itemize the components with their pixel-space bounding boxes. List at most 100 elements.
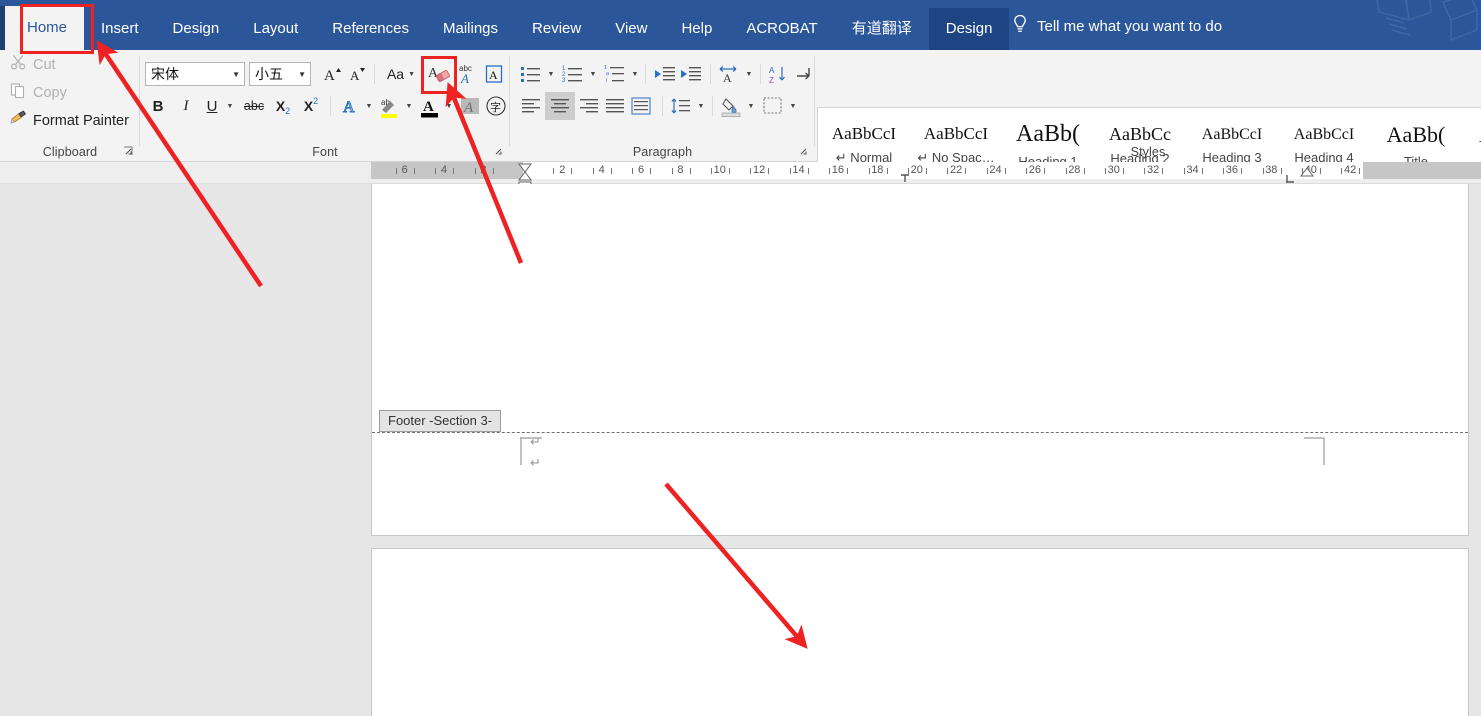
svg-text:A: A: [489, 68, 498, 82]
ribbon-group-clipboard: Cut Copy Format Painter Clipboard: [0, 50, 140, 162]
ruler-tick-label: 36: [1225, 164, 1239, 176]
ruler-pip: [1341, 168, 1343, 174]
document-canvas[interactable]: Footer -Section 3- ↵ ↵ ↵: [0, 184, 1481, 716]
font-dialog-launcher-icon[interactable]: [493, 146, 504, 157]
multilevel-list-dropdown[interactable]: ▼: [628, 62, 642, 86]
ribbon-tab-label: ACROBAT: [746, 20, 818, 37]
document-page-2[interactable]: ↵ ↵ Header -Section 4- Same as Previous: [371, 548, 1469, 716]
sort-button[interactable]: AZ: [765, 62, 791, 86]
ruler-pip: [689, 168, 691, 174]
decrease-indent-button[interactable]: [652, 62, 678, 86]
svg-text:Z: Z: [769, 76, 774, 84]
borders-dropdown[interactable]: ▼: [786, 94, 800, 118]
ribbon-tab-design[interactable]: Design: [928, 8, 1010, 50]
ribbon-tab-mailings[interactable]: Mailings: [426, 8, 515, 50]
ruler-tick-label: 30: [1107, 164, 1120, 176]
style-preview: AaBb(: [1386, 121, 1446, 147]
style-preview: AaBbCcI: [923, 124, 989, 143]
document-page-1[interactable]: Footer -Section 3- ↵ ↵: [371, 184, 1469, 536]
ribbon-tab-view[interactable]: View: [598, 8, 664, 50]
increase-indent-button[interactable]: [678, 62, 704, 86]
east-asian-layout-dropdown[interactable]: ▼: [742, 62, 756, 86]
ruler-pip: [474, 168, 476, 174]
subscript-button[interactable]: X2: [270, 94, 296, 118]
grow-font-button[interactable]: A: [320, 62, 344, 86]
ruler-tick-label: 4: [598, 164, 605, 176]
bullets-dropdown[interactable]: ▼: [544, 62, 558, 86]
paragraph-dialog-launcher-icon[interactable]: [798, 146, 809, 157]
justify-button[interactable]: [602, 94, 628, 118]
ribbon-tab-label: Insert: [101, 20, 139, 37]
italic-button[interactable]: I: [173, 94, 199, 118]
underline-dropdown[interactable]: ▼: [223, 94, 237, 118]
distributed-button[interactable]: [628, 94, 654, 118]
svg-text:i: i: [606, 78, 607, 84]
clipboard-dialog-launcher-icon[interactable]: [123, 146, 134, 157]
enclose-characters-button[interactable]: 字: [484, 94, 508, 118]
ribbon-tab-insert[interactable]: Insert: [84, 8, 156, 50]
bold-button[interactable]: B: [145, 94, 171, 118]
ruler-pip: [1262, 168, 1264, 174]
ruler-pip: [553, 168, 555, 174]
superscript-button[interactable]: X2: [298, 94, 324, 118]
align-right-button[interactable]: [576, 94, 602, 118]
shrink-font-button[interactable]: A: [345, 62, 369, 86]
ruler-tick-label: 12: [753, 164, 766, 176]
paragraph-mark: ↵: [530, 435, 541, 450]
ribbon-tab-layout[interactable]: Layout: [236, 8, 315, 50]
change-case-button[interactable]: Aa ▼: [382, 62, 420, 86]
font-size-value: 小五: [255, 66, 283, 82]
character-shading-button[interactable]: A: [458, 94, 482, 118]
ruler-pip: [1026, 168, 1028, 174]
right-indent-marker[interactable]: [1300, 164, 1314, 182]
ribbon-tab-review[interactable]: Review: [515, 8, 598, 50]
borders-button[interactable]: [760, 94, 786, 118]
underline-button[interactable]: U: [200, 94, 224, 118]
font-name-combo[interactable]: 宋体 ▼: [145, 62, 245, 86]
copy-button[interactable]: Copy: [10, 82, 67, 103]
phonetic-guide-button[interactable]: abc A: [455, 62, 481, 86]
align-center-button[interactable]: [545, 92, 575, 120]
font-group-label: Font: [312, 145, 338, 159]
ruler-tick-label: 6: [638, 164, 645, 176]
bullets-button[interactable]: [518, 62, 544, 86]
line-spacing-button[interactable]: [668, 94, 694, 118]
cut-button[interactable]: Cut: [10, 54, 56, 75]
shading-dropdown[interactable]: ▼: [744, 94, 758, 118]
chevron-down-icon: ▼: [405, 102, 413, 110]
ribbon-tab-references[interactable]: References: [315, 8, 426, 50]
character-border-button[interactable]: A: [481, 62, 507, 86]
text-highlight-dropdown[interactable]: ▼: [402, 94, 416, 118]
font-size-combo[interactable]: 小五 ▼: [249, 62, 311, 86]
ruler-tick-label: 14: [792, 164, 805, 176]
underline-label: U: [206, 97, 218, 115]
shading-button[interactable]: [718, 94, 744, 120]
text-effects-dropdown[interactable]: ▼: [362, 94, 376, 118]
ribbon-tab-design[interactable]: Design: [156, 8, 237, 50]
ruler-tick-label: 10: [713, 164, 726, 176]
line-spacing-dropdown[interactable]: ▼: [694, 94, 708, 118]
chevron-down-icon: ▼: [589, 70, 597, 78]
ruler-pip: [807, 168, 809, 174]
font-color-button[interactable]: A: [418, 94, 442, 120]
strikethrough-label: abc: [243, 99, 265, 113]
ruler-tick-label: 2: [480, 164, 487, 176]
horizontal-ruler[interactable]: 6 4 2 2 4 6 8 10 12 14 16 18 20 22 24 26 28 30 32 34 36 38 40 4…: [0, 162, 1481, 189]
home-tab-highlight: [20, 4, 94, 54]
numbering-button[interactable]: 123: [560, 62, 586, 86]
strikethrough-button[interactable]: abc: [240, 94, 268, 118]
ribbon-tab-acrobat[interactable]: ACROBAT: [729, 8, 834, 50]
ribbon-tab-help[interactable]: Help: [664, 8, 729, 50]
format-painter-button[interactable]: Format Painter: [10, 110, 129, 131]
ribbon-tab-label: View: [615, 20, 648, 37]
show-formatting-marks-button[interactable]: [792, 62, 816, 86]
numbering-dropdown[interactable]: ▼: [586, 62, 600, 86]
ribbon-tab-bar: Home Insert Design Layout References Mailings…: [0, 0, 1481, 50]
text-effects-button[interactable]: A: [338, 94, 362, 118]
ribbon-tab-有道翻译[interactable]: 有道翻译: [835, 8, 929, 50]
multilevel-list-button[interactable]: 1ai: [602, 62, 628, 86]
text-highlight-color-button[interactable]: ab: [378, 94, 402, 120]
east-asian-layout-button[interactable]: A: [716, 62, 742, 86]
font-color-dropdown[interactable]: ▼: [442, 94, 456, 118]
align-left-button[interactable]: [518, 94, 544, 118]
